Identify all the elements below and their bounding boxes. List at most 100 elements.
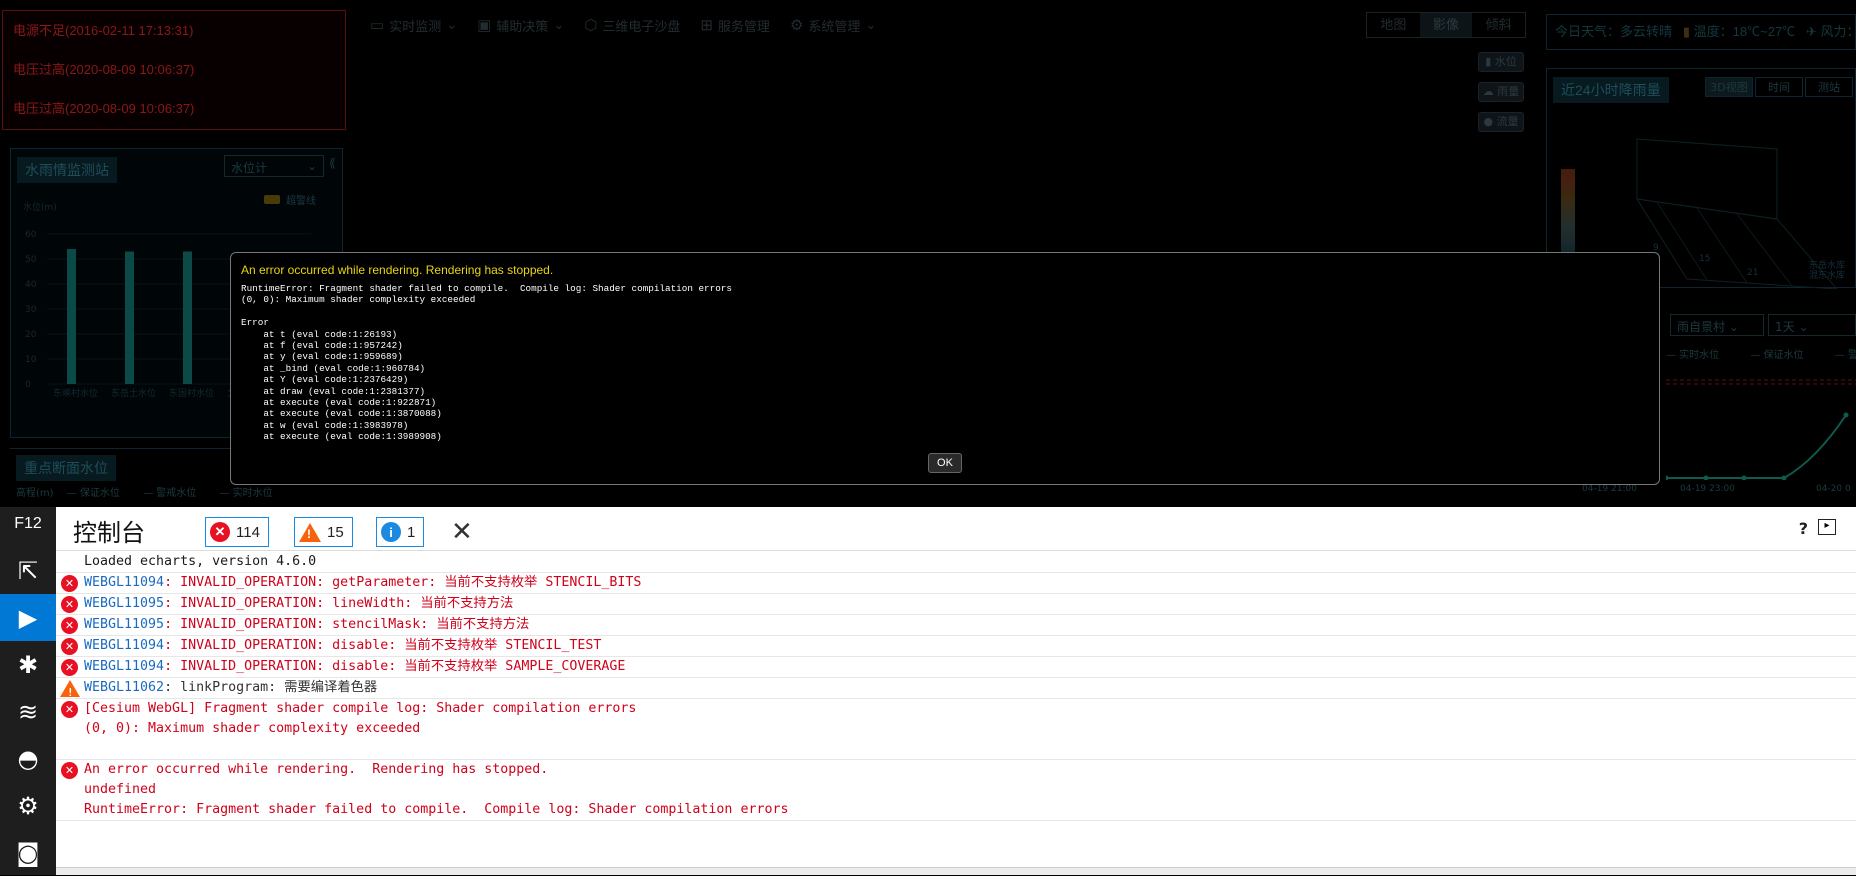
rainfall-panel-title: 近24小时降雨量 — [1553, 77, 1669, 103]
y-tick-label: 60 — [25, 230, 37, 240]
x-tick-label: 东固村水位 — [169, 387, 214, 399]
expand-icon[interactable]: ⟪ — [329, 156, 336, 170]
console-error-line[interactable]: ✕ An error occurred while rendering. Rend… — [56, 760, 1856, 821]
dock-icon[interactable]: ▸ — [1818, 519, 1836, 535]
error-code-link[interactable]: WEBGL11094 — [84, 575, 164, 590]
console-message-detail: undefined — [84, 782, 157, 797]
error-code-link[interactable]: WEBGL11062 — [84, 680, 164, 695]
nav-decision-support[interactable]: ▣ 辅助决策 ⌄ — [477, 12, 564, 38]
cesium-app: 电源不足(2016-02-11 17:13:31) 电压过高(2020-08-0… — [0, 0, 1856, 507]
hydrograph-legend: — 实时水位 — 保证水位 — 警戒水位 — [1666, 350, 1856, 361]
console-warning-line[interactable]: ! WEBGL11062: linkProgram: 需要编译着色器 — [56, 678, 1856, 699]
tab-station[interactable]: 测站 — [1805, 77, 1853, 97]
error-icon: ✕ — [61, 638, 78, 655]
station-select-value: 水位计 — [231, 161, 268, 175]
console-error-line[interactable]: ✕ [Cesium WebGL] Fragment shader compile … — [56, 699, 1856, 760]
chevron-down-icon: ⌄ — [446, 17, 458, 32]
layer-rainfall-button[interactable]: ☁ 雨量 — [1478, 82, 1524, 102]
console-error-line[interactable]: ✕ WEBGL11094: INVALID_OPERATION: disable:… — [56, 636, 1856, 657]
console-message: Loaded echarts, version 4.6.0 — [84, 554, 317, 569]
alarm-item[interactable]: 电压过高(2020-08-09 10:06:37) — [3, 89, 345, 128]
grid-icon: ⊞ — [700, 17, 713, 34]
devtools-panel: F12 ⇱ ▶ ✱ ≋ ◓ ⚙ ◙ 控制台 ✕ 114 ! 15 i 1 ✕ ?… — [0, 507, 1856, 875]
legend-item: — 实时水位 — [219, 488, 273, 499]
error-icon: ✕ — [61, 659, 78, 676]
hydrograph-chart — [1666, 379, 1856, 480]
error-icon: ✕ — [61, 762, 78, 779]
console-error-line[interactable]: ✕ WEBGL11095: INVALID_OPERATION: lineWidt… — [56, 594, 1856, 615]
ok-button[interactable]: OK — [928, 453, 962, 473]
warning-icon: ! — [60, 680, 80, 699]
chevron-down-icon: ⌄ — [306, 159, 317, 173]
axis-tick: 21 — [1747, 268, 1758, 278]
clear-console-icon[interactable]: ✕ — [451, 517, 473, 547]
y-tick-label: 0 — [25, 380, 31, 390]
help-icon[interactable]: ? — [1799, 519, 1808, 538]
axis-tick: 15 — [1699, 254, 1710, 264]
top-nav: ▭ 实时监测 ⌄ ▣ 辅助决策 ⌄ ⬡ 三维电子沙盘 ⊞ 服务管理 ⚙ 系统管理 ⌄ — [370, 12, 876, 38]
color-scale — [1561, 169, 1575, 259]
tab-imagery[interactable]: 影像 — [1419, 13, 1473, 37]
rainfall-view-tabs: 3D视图 时间 测站 — [1705, 77, 1855, 97]
alarm-item[interactable]: 电源不足(2016-02-11 17:13:31) — [3, 11, 345, 50]
layer-flow-button[interactable]: ● 流量 — [1478, 112, 1524, 132]
section-legend: 高程(m) — 保证水位 — 警戒水位 — 实时水位 — [16, 484, 293, 499]
console-message-detail: (0, 0): Maximum shader complexity exceed… — [84, 721, 421, 736]
monitor-icon: ▭ — [370, 17, 385, 34]
decision-icon: ▣ — [477, 17, 492, 34]
layer-water-level-button[interactable]: ▮ 水位 — [1478, 52, 1524, 72]
nav-system-management[interactable]: ⚙ 系统管理 ⌄ — [790, 12, 876, 38]
dom-explorer-icon[interactable]: ⇱ — [0, 547, 56, 594]
console-error-line[interactable]: ✕ WEBGL11095: INVALID_OPERATION: stencilM… — [56, 615, 1856, 636]
station-select[interactable]: 雨自景村 ⌄ — [1670, 314, 1764, 336]
debugger-icon[interactable]: ✱ — [0, 641, 56, 688]
alarm-item[interactable]: 电压过高(2020-08-09 10:06:37) — [3, 50, 345, 89]
info-filter-button[interactable]: i 1 — [376, 517, 425, 547]
console-error-line[interactable]: ✕ WEBGL11094: INVALID_OPERATION: disable:… — [56, 657, 1856, 678]
tab-time[interactable]: 时间 — [1755, 77, 1803, 97]
memory-icon[interactable]: ⚙ — [0, 782, 56, 829]
devtools-header: 控制台 ✕ 114 ! 15 i 1 ✕ ? ▸ — [56, 507, 1856, 551]
error-stack-trace: RuntimeError: Fragment shader failed to … — [241, 283, 732, 443]
warning-filter-button[interactable]: ! 15 — [294, 517, 353, 547]
error-code-link[interactable]: WEBGL11095 — [84, 617, 164, 632]
console-icon[interactable]: ▶ — [0, 594, 56, 641]
warning-icon: ! — [299, 522, 321, 542]
period-select[interactable]: 1天 ⌄ — [1768, 314, 1856, 336]
y-tick-label: 50 — [25, 255, 37, 265]
map-type-tabs: 地图 影像 倾斜 — [1366, 12, 1526, 38]
bar — [67, 249, 76, 384]
error-code-link[interactable]: WEBGL11094 — [84, 659, 164, 674]
emulation-icon[interactable]: ◙ — [0, 829, 56, 876]
tab-oblique[interactable]: 倾斜 — [1472, 13, 1525, 37]
cube-icon: ⬡ — [584, 17, 598, 34]
console-message: An error occurred while rendering. Rende… — [84, 762, 549, 777]
tab-3d-view[interactable]: 3D视图 — [1705, 77, 1753, 97]
error-code-link[interactable]: WEBGL11095 — [84, 596, 164, 611]
console-message: : linkProgram: 需要编译着色器 — [164, 680, 378, 695]
error-icon: ✕ — [61, 596, 78, 613]
section-panel-title: 重点断面水位 — [16, 455, 116, 481]
nav-3d-sandbox[interactable]: ⬡ 三维电子沙盘 — [584, 12, 680, 38]
tab-map[interactable]: 地图 — [1367, 13, 1420, 37]
console-message: : INVALID_OPERATION: lineWidth: 当前不支持方法 — [164, 596, 514, 611]
nav-realtime-monitor[interactable]: ▭ 实时监测 ⌄ — [370, 12, 457, 38]
reservoir-label: 东岳水库 混东水库 — [1809, 261, 1846, 281]
console-message: : INVALID_OPERATION: getParameter: 当前不支持… — [164, 575, 642, 590]
network-icon[interactable]: ≋ — [0, 688, 56, 735]
console-error-line[interactable]: ✕ WEBGL11094: INVALID_OPERATION: getParam… — [56, 573, 1856, 594]
legend-item: — 保证水位 — [66, 488, 120, 499]
y-tick-label: 20 — [25, 330, 37, 340]
chevron-down-icon: ⌄ — [865, 17, 877, 32]
console-log-line[interactable]: Loaded echarts, version 4.6.0 — [56, 552, 1856, 573]
station-panel-title: 水雨情监测站 — [17, 157, 117, 183]
y-tick-label: 30 — [25, 305, 37, 315]
console-input-bar[interactable] — [56, 867, 1856, 875]
error-filter-button[interactable]: ✕ 114 — [205, 517, 269, 547]
performance-icon[interactable]: ◓ — [0, 735, 56, 782]
nav-service-management[interactable]: ⊞ 服务管理 — [700, 12, 770, 38]
station-type-select[interactable]: 水位计 ⌄ — [224, 155, 324, 177]
error-icon: ✕ — [210, 522, 230, 542]
error-code-link[interactable]: WEBGL11094 — [84, 638, 164, 653]
devtools-sidebar: F12 ⇱ ▶ ✱ ≋ ◓ ⚙ ◙ — [0, 507, 56, 875]
